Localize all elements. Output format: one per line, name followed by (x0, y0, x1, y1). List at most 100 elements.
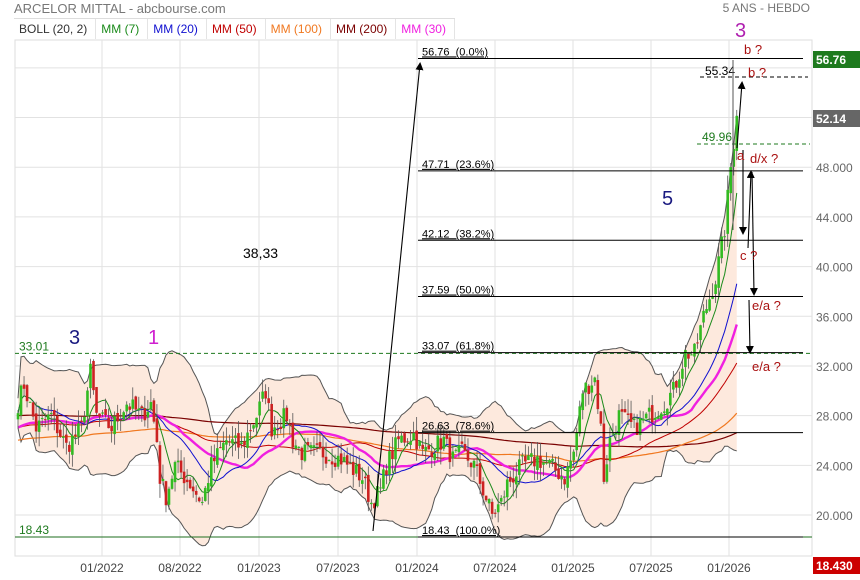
candle-body (608, 437, 612, 462)
level-label: 33.01 (19, 339, 49, 353)
fib-label: 47.71 (23.6%) (422, 159, 494, 171)
candle-body (581, 393, 585, 411)
candle-body (89, 363, 92, 389)
candle-body (448, 437, 452, 463)
candle-body (653, 417, 657, 420)
candle-body (385, 470, 388, 475)
candle-body (140, 406, 144, 409)
candle-body (80, 420, 83, 422)
candle-body (110, 425, 113, 432)
candle-body (487, 499, 491, 504)
candle-body (276, 429, 280, 431)
candle-body (397, 436, 400, 440)
candle-body (68, 444, 71, 452)
candle-body (370, 502, 373, 505)
candle-body (194, 490, 198, 495)
price-chart: 20.000 24.000 28.000 32.000 36.000 40.000 44.0… (14, 20, 860, 575)
chart-container: ARCELOR MITTAL - abcbourse.com 5 ANS - H… (0, 0, 860, 580)
candle-body (629, 413, 633, 422)
y-tick-label: 24.000 (816, 459, 853, 473)
candle-body (382, 469, 385, 489)
candle-body (279, 426, 283, 429)
candle-body (213, 457, 216, 462)
candle-body (430, 452, 434, 457)
candle-body (527, 455, 530, 461)
candle-body (327, 459, 331, 461)
candle-body (656, 416, 660, 419)
x-tick-label: 07/2025 (629, 561, 673, 575)
candle-body (74, 434, 77, 437)
candle-body (693, 343, 696, 357)
candle-body (569, 460, 572, 469)
candle-body (155, 418, 159, 443)
candle-body (255, 417, 258, 428)
candle-body (647, 407, 651, 412)
y-tick-label: 32.000 (816, 360, 853, 374)
candle-body (342, 456, 346, 462)
candle-body (258, 401, 261, 416)
candle-body (128, 406, 132, 410)
candle-body (524, 455, 527, 462)
x-tick-label: 08/2022 (158, 561, 202, 575)
candle-body (388, 451, 391, 475)
level-label: 49.96 (702, 130, 732, 144)
candle-body (119, 419, 122, 421)
candle-body (502, 496, 506, 498)
candle-body (406, 441, 409, 443)
candle-body (472, 460, 476, 468)
candle-body (288, 424, 292, 426)
x-tick-label: 07/2024 (473, 561, 517, 575)
candle-body (496, 504, 500, 513)
candle-body (191, 486, 195, 492)
candle-body (675, 381, 678, 388)
candle-body (77, 423, 80, 437)
y-tick-label: 44.000 (816, 211, 853, 225)
candle-body (294, 445, 298, 449)
candle-body (122, 412, 125, 420)
candle-body (451, 451, 455, 459)
x-tick-label: 01/2023 (237, 561, 281, 575)
candle-body (158, 445, 162, 484)
candle-body (351, 461, 355, 475)
level-label: 18.43 (19, 523, 49, 537)
candle-body (152, 400, 156, 422)
candle-body (466, 450, 470, 461)
wave-label: 1 (148, 327, 159, 349)
candle-body (164, 481, 168, 506)
candle-body (672, 381, 675, 390)
candle-body (116, 413, 119, 422)
candle-body (252, 425, 255, 429)
candle-body (427, 445, 431, 450)
candle-body (723, 236, 726, 238)
candle-body (508, 476, 512, 482)
candle-body (182, 471, 186, 484)
price-tag-label: 56.76 (816, 53, 846, 67)
candle-body (188, 479, 192, 489)
candle-body (644, 413, 648, 419)
candle-body (379, 487, 382, 489)
price-tag-label: 52.14 (816, 112, 846, 126)
candle-body (515, 476, 518, 485)
wave-note: e/a ? (752, 298, 781, 313)
candle-body (104, 409, 107, 415)
y-tick-label: 20.000 (816, 509, 853, 523)
wave-note: a (737, 148, 745, 163)
candle-body (339, 453, 343, 465)
candle-body (702, 310, 705, 323)
x-tick-label: 01/2026 (707, 561, 751, 575)
fib-label: 33.07 (61.8%) (422, 341, 494, 353)
candle-body (219, 447, 222, 449)
candle-body (167, 488, 171, 505)
candle-body (415, 430, 418, 450)
candle-body (530, 453, 533, 457)
candle-body (203, 487, 207, 501)
candle-body (714, 284, 717, 295)
candle-body (620, 409, 624, 412)
wave-label: 3 (735, 20, 746, 42)
candle-body (98, 413, 101, 417)
candle-body (282, 408, 286, 429)
candle-body (197, 497, 201, 502)
wave-label: 3 (69, 327, 80, 349)
candle-body (545, 462, 548, 464)
candle-body (493, 512, 497, 514)
